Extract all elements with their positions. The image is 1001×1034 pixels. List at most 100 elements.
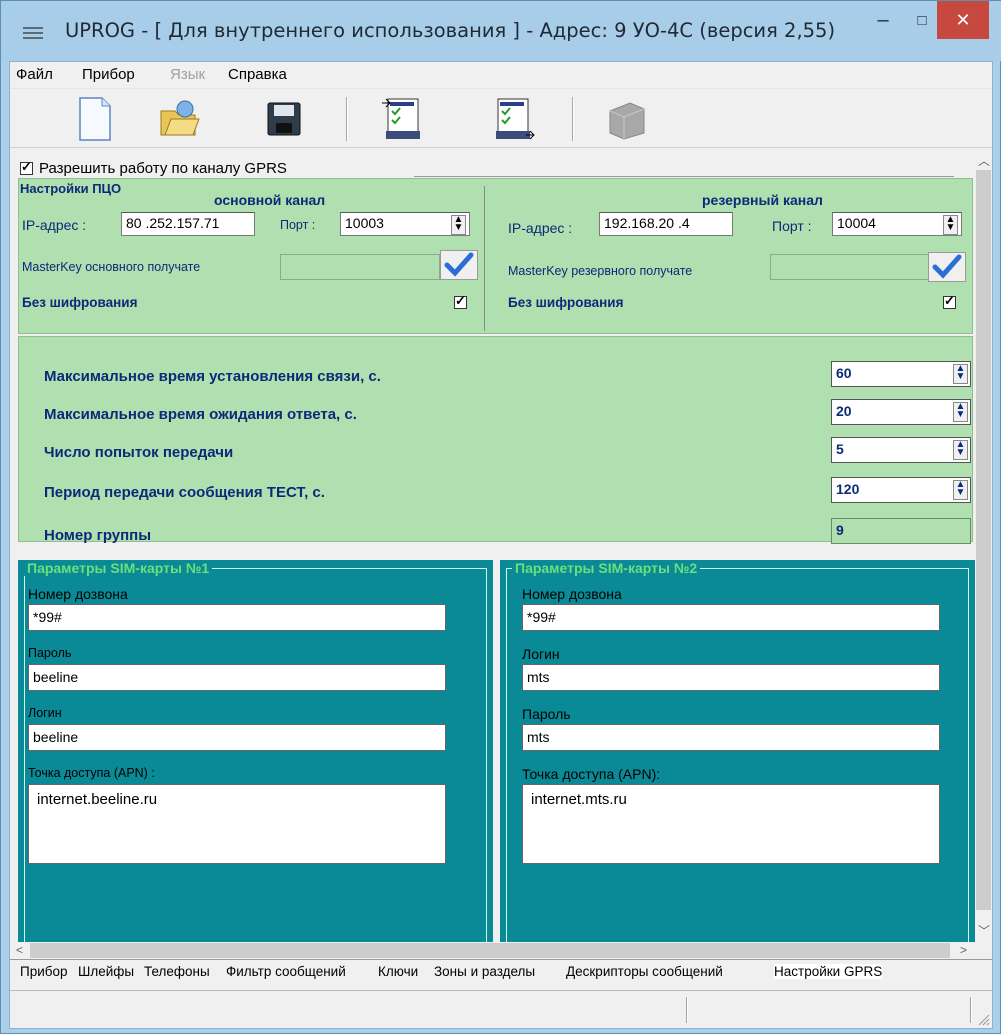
checkmark-icon (444, 252, 474, 277)
vertical-scroll-thumb[interactable] (976, 170, 991, 910)
reserve-ip-input[interactable]: 192.168.20 .4 (599, 212, 733, 236)
sim2-login-input[interactable]: mts (522, 664, 940, 691)
primary-ip-label: IP-адрес : (22, 217, 87, 233)
save-disk-icon[interactable] (260, 95, 308, 143)
group-number-label: Номер группы (44, 527, 152, 544)
max-connect-spinner[interactable]: ▲ ▼ (953, 364, 968, 384)
minimize-button[interactable]: – (864, 1, 902, 39)
client-area: Файл Прибор Язык Справка ✓ Разрешить раб… (9, 61, 993, 1029)
primary-ip-input[interactable]: 80 .252.157.71 (121, 212, 255, 236)
pco-title: Настройки ПЦО (20, 181, 126, 196)
max-connect-value: 60 (836, 365, 852, 381)
tab-device[interactable]: Прибор (20, 964, 68, 979)
sim2-apn-input[interactable]: internet.mts.ru (522, 784, 940, 864)
sim1-dial-input[interactable]: *99# (28, 604, 446, 631)
tab-keys[interactable]: Ключи (378, 964, 418, 979)
maximize-button[interactable]: □ (907, 1, 937, 39)
max-connect-input[interactable]: 60 ▲ ▼ (831, 361, 971, 387)
sim1-password-label: Пароль (28, 646, 72, 660)
primary-port-spinner[interactable]: ▲ ▼ (451, 215, 466, 235)
write-device-icon[interactable] (378, 95, 426, 143)
sim1-dial-label: Номер дозвона (28, 586, 128, 602)
sim2-dial-label: Номер дозвона (522, 586, 622, 602)
sim1-login-input[interactable]: beeline (28, 724, 446, 751)
primary-no-encryption-checkbox[interactable] (454, 293, 467, 309)
title-bar[interactable]: UPROG - [ Для внутреннего использования … (1, 1, 1001, 61)
reserve-masterkey-label: MasterKey резервного получате (508, 264, 693, 278)
primary-masterkey-apply-button[interactable] (440, 250, 478, 280)
reserve-ip-label: IP-адрес : (508, 220, 573, 236)
primary-channel-title: основной канал (214, 192, 326, 208)
tab-zones[interactable]: Зоны и разделы (434, 964, 535, 979)
menu-language: Язык (170, 66, 206, 83)
sim1-apn-input[interactable]: internet.beeline.ru (28, 784, 446, 864)
reserve-channel-title: резервный канал (702, 192, 823, 208)
primary-masterkey-label: MasterKey основного получате (22, 260, 201, 274)
checkbox-gprs[interactable] (20, 159, 33, 175)
sim1-login-label: Логин (28, 706, 62, 720)
gprs-settings-content: Разрешить работу по каналу GPRS Настройк… (14, 150, 975, 942)
sim2-apn-label: Точка доступа (APN): (522, 766, 661, 782)
sim2-group: Параметры SIM-карты №2 Номер дозвона *99… (500, 560, 975, 942)
tab-phones[interactable]: Телефоны (144, 964, 210, 979)
attempts-spinner[interactable]: ▲ ▼ (953, 440, 968, 460)
sim2-password-label: Пароль (522, 706, 571, 722)
max-wait-value: 20 (836, 403, 852, 419)
toolbar (10, 88, 992, 148)
menu-device[interactable]: Прибор (82, 66, 135, 83)
scroll-down-icon[interactable]: ﹀ (978, 922, 990, 939)
max-wait-label: Максимальное время ожидания ответа, с. (44, 406, 357, 423)
vertical-scrollbar[interactable]: ︿ ﹀ (975, 150, 992, 942)
sim2-dial-input[interactable]: *99# (522, 604, 940, 631)
attempts-input[interactable]: 5 ▲ ▼ (831, 437, 971, 463)
primary-masterkey-input (280, 254, 440, 280)
tab-loops[interactable]: Шлейфы (78, 964, 134, 979)
horizontal-scroll-thumb[interactable] (30, 943, 950, 958)
reserve-masterkey-input (770, 254, 930, 280)
horizontal-scrollbar[interactable]: < > (10, 942, 992, 959)
app-icon[interactable] (23, 27, 43, 41)
max-wait-spinner[interactable]: ▲ ▼ (953, 402, 968, 422)
sim2-login-label: Логин (522, 646, 560, 662)
tab-gprs-settings[interactable]: Настройки GPRS (774, 964, 883, 979)
reserve-no-encryption-label: Без шифрования (508, 295, 624, 310)
menu-help[interactable]: Справка (228, 66, 287, 83)
test-period-value: 120 (836, 481, 860, 497)
group-number-input: 9 (831, 518, 971, 544)
settings-scroll-area[interactable]: Разрешить работу по каналу GPRS Настройк… (10, 150, 992, 942)
window-title: UPROG - [ Для внутреннего использования … (65, 19, 836, 42)
attempts-value: 5 (836, 441, 844, 457)
menu-file[interactable]: Файл (16, 66, 53, 83)
checkmark-icon (932, 254, 962, 279)
gprs-enable-checkbox[interactable]: Разрешить работу по каналу GPRS (20, 159, 287, 177)
tab-strip: Прибор Шлейфы Телефоны Фильтр сообщений … (10, 959, 992, 989)
primary-port-label: Порт : (280, 218, 316, 232)
reserve-masterkey-apply-button[interactable] (928, 252, 966, 282)
sim1-password-input[interactable]: beeline (28, 664, 446, 691)
max-wait-input[interactable]: 20 ▲ ▼ (831, 399, 971, 425)
transmission-params-group (18, 336, 973, 542)
read-device-icon[interactable] (488, 95, 536, 143)
attempts-label: Число попыток передачи (44, 444, 234, 461)
reserve-port-spinner[interactable]: ▲ ▼ (943, 215, 958, 235)
test-period-input[interactable]: 120 ▲ ▼ (831, 477, 971, 503)
open-folder-icon[interactable] (155, 95, 203, 143)
scroll-left-icon[interactable]: < (16, 943, 23, 957)
reserve-no-encryption-checkbox[interactable] (943, 293, 956, 309)
close-button[interactable]: ✕ (937, 1, 989, 39)
tab-message-descriptors[interactable]: Дескрипторы сообщений (566, 964, 723, 979)
scroll-right-icon[interactable]: > (960, 943, 967, 957)
new-file-icon[interactable] (70, 95, 118, 143)
reserve-port-value: 10004 (837, 215, 876, 231)
max-connect-label: Максимальное время установления связи, с… (44, 368, 381, 385)
status-bar (10, 990, 992, 1028)
scroll-up-icon[interactable]: ︿ (978, 152, 990, 169)
gprs-enable-label: Разрешить работу по каналу GPRS (39, 160, 287, 177)
sim2-password-input[interactable]: mts (522, 724, 940, 751)
resize-grip-icon[interactable] (978, 1014, 990, 1026)
app-window: UPROG - [ Для внутреннего использования … (0, 0, 1001, 1034)
sim2-title: Параметры SIM-карты №2 (512, 560, 701, 576)
tab-message-filter[interactable]: Фильтр сообщений (226, 964, 346, 979)
device-disabled-icon (602, 95, 650, 143)
test-period-spinner[interactable]: ▲ ▼ (953, 480, 968, 500)
